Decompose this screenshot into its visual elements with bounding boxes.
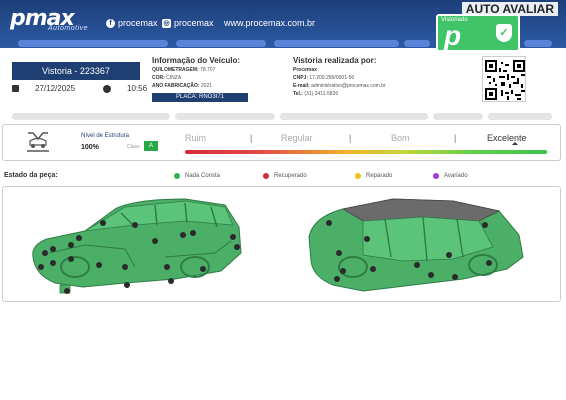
- vistoria-date-row: 27/12/2025: [12, 84, 75, 93]
- vistoria-time-row: 10:56: [103, 84, 147, 93]
- structure-panel: Nível de Estrutura 100% Class. A Ruim | …: [2, 124, 561, 161]
- shield-check-icon: ✓: [496, 24, 512, 42]
- header-decor-bar: [404, 40, 430, 47]
- decor-bar: [12, 113, 170, 120]
- scale-regular: Regular: [281, 133, 313, 143]
- scale-excelente: Excelente: [487, 133, 527, 143]
- vehicle-year: ANO FABRICAÇÃO: 2021: [152, 83, 213, 89]
- yellow-dot-icon: [355, 173, 361, 179]
- facebook-link[interactable]: f procemax: [106, 18, 158, 28]
- class-label: Class.: [127, 144, 141, 150]
- red-dot-icon: [263, 173, 269, 179]
- inspector-heading: Vistoria realizada por:: [293, 56, 377, 65]
- inspected-seal: Vistoriado p ✓: [436, 14, 520, 52]
- header-decor-bar: [524, 40, 552, 47]
- decor-bar: [280, 113, 428, 120]
- vistoria-date: 27/12/2025: [35, 84, 76, 93]
- instagram-icon: ◎: [162, 18, 171, 28]
- page-header: pmax Automotive f procemax ◎ procemax ww…: [0, 0, 566, 52]
- decor-bar: [175, 113, 275, 120]
- qr-code[interactable]: [482, 56, 526, 102]
- facebook-handle: procemax: [118, 18, 158, 28]
- vistoria-time: 10:56: [127, 84, 148, 93]
- vehicle-color: COR: CINZA: [152, 75, 182, 81]
- legend-item-nada-consta: Nada Consta: [174, 173, 220, 179]
- car-lift-icon: [27, 132, 49, 152]
- inspector-email: E-mail: administrativo@procemax.com.br: [293, 83, 386, 89]
- car-front-view[interactable]: [25, 187, 265, 299]
- logo-subtitle: Automotive: [48, 25, 89, 32]
- header-decor-bar: [274, 40, 399, 47]
- legend-item-recuperado: Recuperado: [263, 173, 307, 179]
- seal-letter: p: [444, 20, 462, 51]
- instagram-link[interactable]: ◎ procemax: [162, 18, 214, 28]
- legend-item-reparado: Reparado: [355, 173, 392, 179]
- header-decor-bar: [18, 40, 168, 47]
- vehicle-odometer: QUILOMETRAGEM: 78.707: [152, 67, 216, 73]
- scale-divider: |: [454, 133, 457, 143]
- structure-level-label: Nível de Estrutura: [81, 133, 130, 139]
- scale-indicator-icon: [512, 142, 518, 145]
- website-link[interactable]: www.procemax.com.br: [224, 18, 315, 28]
- facebook-icon: f: [106, 18, 115, 28]
- decor-bar: [433, 113, 483, 120]
- scale-ruim: Ruim: [185, 133, 207, 143]
- inspector-phone: Tel.: (31) 3411-5826: [293, 91, 339, 97]
- legend-item-avariado: Avariado: [433, 173, 468, 179]
- header-decor-bar: [176, 40, 266, 47]
- instagram-handle: procemax: [174, 18, 214, 28]
- scale-bom: Bom: [391, 133, 410, 143]
- vistoria-title: Vistoria - 223367: [12, 62, 140, 80]
- car-rear-view[interactable]: [303, 187, 533, 299]
- green-dot-icon: [174, 173, 180, 179]
- car-structure-panel: [2, 186, 561, 302]
- website-url: www.procemax.com.br: [224, 18, 316, 28]
- legend-title: Estado da peça:: [4, 172, 58, 179]
- structure-level-value: 100%: [81, 144, 99, 151]
- inspector-cnpj: CNPJ: 17.209.289/0001-56: [293, 75, 355, 81]
- class-badge: A: [144, 141, 158, 151]
- structure-gradient-bar: [185, 150, 547, 154]
- decor-bar: [488, 113, 552, 120]
- vehicle-plate: PLACA: RNO3I71: [152, 93, 248, 102]
- clock-icon: [103, 84, 111, 93]
- inspector-name: Procemax: [293, 67, 317, 73]
- scale-divider: |: [349, 133, 352, 143]
- scale-divider: |: [250, 133, 253, 143]
- vehicle-heading: Informação do Veículo:: [152, 56, 241, 65]
- calendar-icon: [12, 85, 19, 92]
- purple-dot-icon: [433, 173, 439, 179]
